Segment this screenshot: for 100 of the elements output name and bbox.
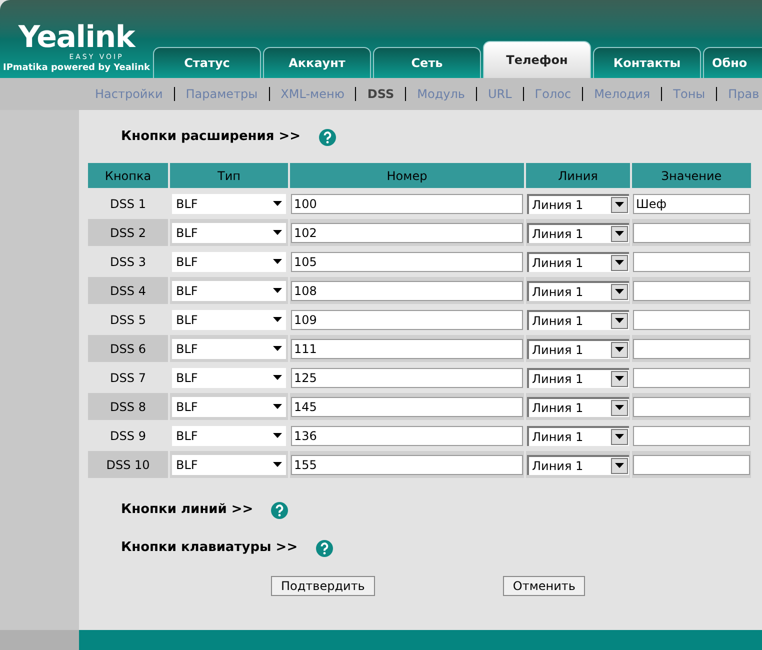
value-input[interactable] <box>633 310 750 330</box>
help-icon[interactable] <box>318 128 336 146</box>
dropdown-arrow-icon <box>273 230 282 235</box>
number-input[interactable]: 136 <box>291 426 523 446</box>
logo-text: Yealink <box>18 23 135 53</box>
table-cell-text: DSS 9 <box>109 428 147 444</box>
section-title: Кнопки линий >> <box>121 501 254 520</box>
type-dropdown[interactable]: BLF <box>172 368 286 388</box>
value-input[interactable] <box>633 454 750 474</box>
dropdown-arrow-icon <box>615 289 624 294</box>
line-dropdown[interactable]: Линия 1 <box>527 338 629 358</box>
table-cell: DSS 4 <box>88 277 168 304</box>
line-dropdown[interactable]: Линия 1 <box>527 252 629 272</box>
dropdown-arrow-icon <box>615 347 624 352</box>
line-dropdown[interactable]: Линия 1 <box>527 396 629 416</box>
table-cell-text: DSS 1 <box>109 196 147 212</box>
type-dropdown[interactable]: BLF <box>172 454 286 474</box>
number-input[interactable]: 108 <box>291 280 523 300</box>
number-input[interactable]: 109 <box>291 310 523 330</box>
number-input[interactable]: 145 <box>291 396 523 416</box>
nav-tab[interactable]: Контакты <box>593 47 701 78</box>
column-header: Линия <box>526 163 630 188</box>
column-header: Номер <box>290 163 524 188</box>
type-dropdown[interactable]: BLF <box>172 280 286 300</box>
dropdown-button[interactable] <box>611 458 628 474</box>
nav-tab[interactable]: Телефон <box>483 41 591 78</box>
dropdown-button[interactable] <box>611 312 628 328</box>
table-cell: DSS 8 <box>88 393 168 420</box>
type-dropdown[interactable]: BLF <box>172 396 286 416</box>
dropdown-button[interactable] <box>611 400 628 416</box>
type-dropdown[interactable]: BLF <box>172 338 286 358</box>
line-dropdown[interactable]: Линия 1 <box>527 280 629 300</box>
number-input[interactable]: 105 <box>291 252 523 272</box>
form-button[interactable]: Отменить <box>502 576 586 596</box>
dropdown-arrow-icon <box>273 375 282 380</box>
column-header: Тип <box>170 163 288 188</box>
number-input[interactable]: 102 <box>291 222 523 242</box>
value-input[interactable] <box>633 280 750 300</box>
number-input[interactable]: 111 <box>291 338 523 358</box>
line-dropdown[interactable]: Линия 1 <box>527 368 629 388</box>
dropdown-button[interactable] <box>611 342 628 358</box>
nav-tab[interactable]: Статус <box>153 47 261 78</box>
dropdown-button[interactable] <box>611 196 628 212</box>
dropdown-arrow-icon <box>615 376 624 381</box>
column-header: Кнопка <box>88 163 168 188</box>
dropdown-arrow-icon <box>615 434 624 439</box>
type-dropdown[interactable]: BLF <box>172 194 286 214</box>
dropdown-button[interactable] <box>611 254 628 270</box>
value-input[interactable] <box>633 252 750 272</box>
dropdown-arrow-icon <box>615 231 624 236</box>
value-input[interactable] <box>633 222 750 242</box>
dropdown-button[interactable] <box>611 226 628 242</box>
value-input[interactable] <box>633 396 750 416</box>
section-title: Кнопки клавиатуры >> <box>121 539 298 558</box>
line-dropdown[interactable]: Линия 1 <box>527 454 629 474</box>
dropdown-button[interactable] <box>611 428 628 444</box>
line-dropdown[interactable]: Линия 1 <box>527 194 629 214</box>
dropdown-arrow-icon <box>273 288 282 293</box>
value-input[interactable] <box>633 368 750 388</box>
section-title: Кнопки расширения >> <box>121 128 301 146</box>
column-header: Значение <box>632 163 751 188</box>
dropdown-arrow-icon <box>273 346 282 351</box>
type-dropdown[interactable]: BLF <box>172 426 286 446</box>
table-cell: DSS 2 <box>88 219 168 246</box>
table-cell: DSS 10 <box>88 451 168 478</box>
number-input[interactable]: 125 <box>291 368 523 388</box>
dropdown-button[interactable] <box>611 284 628 300</box>
line-dropdown[interactable]: Линия 1 <box>527 310 629 330</box>
table-cell-text: DSS 5 <box>109 312 147 328</box>
help-icon[interactable] <box>271 502 288 518</box>
number-input[interactable]: 100 <box>291 194 523 214</box>
dropdown-arrow-icon <box>273 433 282 438</box>
subnav-link[interactable]: DSS <box>367 85 394 103</box>
type-dropdown[interactable]: BLF <box>172 222 286 242</box>
dropdown-arrow-icon <box>273 201 282 206</box>
dropdown-arrow-icon <box>273 317 282 322</box>
value-input[interactable]: Шеф <box>633 194 750 214</box>
number-input[interactable]: 155 <box>291 454 523 474</box>
table-cell-text: DSS 7 <box>109 370 147 386</box>
help-icon[interactable] <box>316 540 333 556</box>
nav-tab[interactable]: Обно <box>703 47 762 78</box>
nav-tab[interactable]: Аккаунт <box>263 47 371 78</box>
form-button[interactable]: Подтвердить <box>271 576 375 596</box>
dropdown-arrow-icon <box>615 463 624 468</box>
dropdown-arrow-icon <box>273 462 282 467</box>
line-dropdown[interactable]: Линия 1 <box>527 222 629 242</box>
dropdown-arrow-icon <box>615 405 624 410</box>
type-dropdown[interactable]: BLF <box>172 252 286 272</box>
type-dropdown[interactable]: BLF <box>172 310 286 330</box>
dropdown-arrow-icon <box>273 404 282 409</box>
logo-subtitle: IPmatika powered by Yealink <box>2 62 150 74</box>
dropdown-button[interactable] <box>611 370 628 386</box>
table-cell-text: DSS 3 <box>109 254 147 270</box>
table-cell: DSS 6 <box>88 335 168 362</box>
value-input[interactable] <box>633 426 750 446</box>
dropdown-arrow-icon <box>615 318 624 323</box>
dropdown-arrow-icon <box>615 202 624 207</box>
line-dropdown[interactable]: Линия 1 <box>527 426 629 446</box>
nav-tab[interactable]: Сеть <box>373 47 481 78</box>
value-input[interactable] <box>633 338 750 358</box>
